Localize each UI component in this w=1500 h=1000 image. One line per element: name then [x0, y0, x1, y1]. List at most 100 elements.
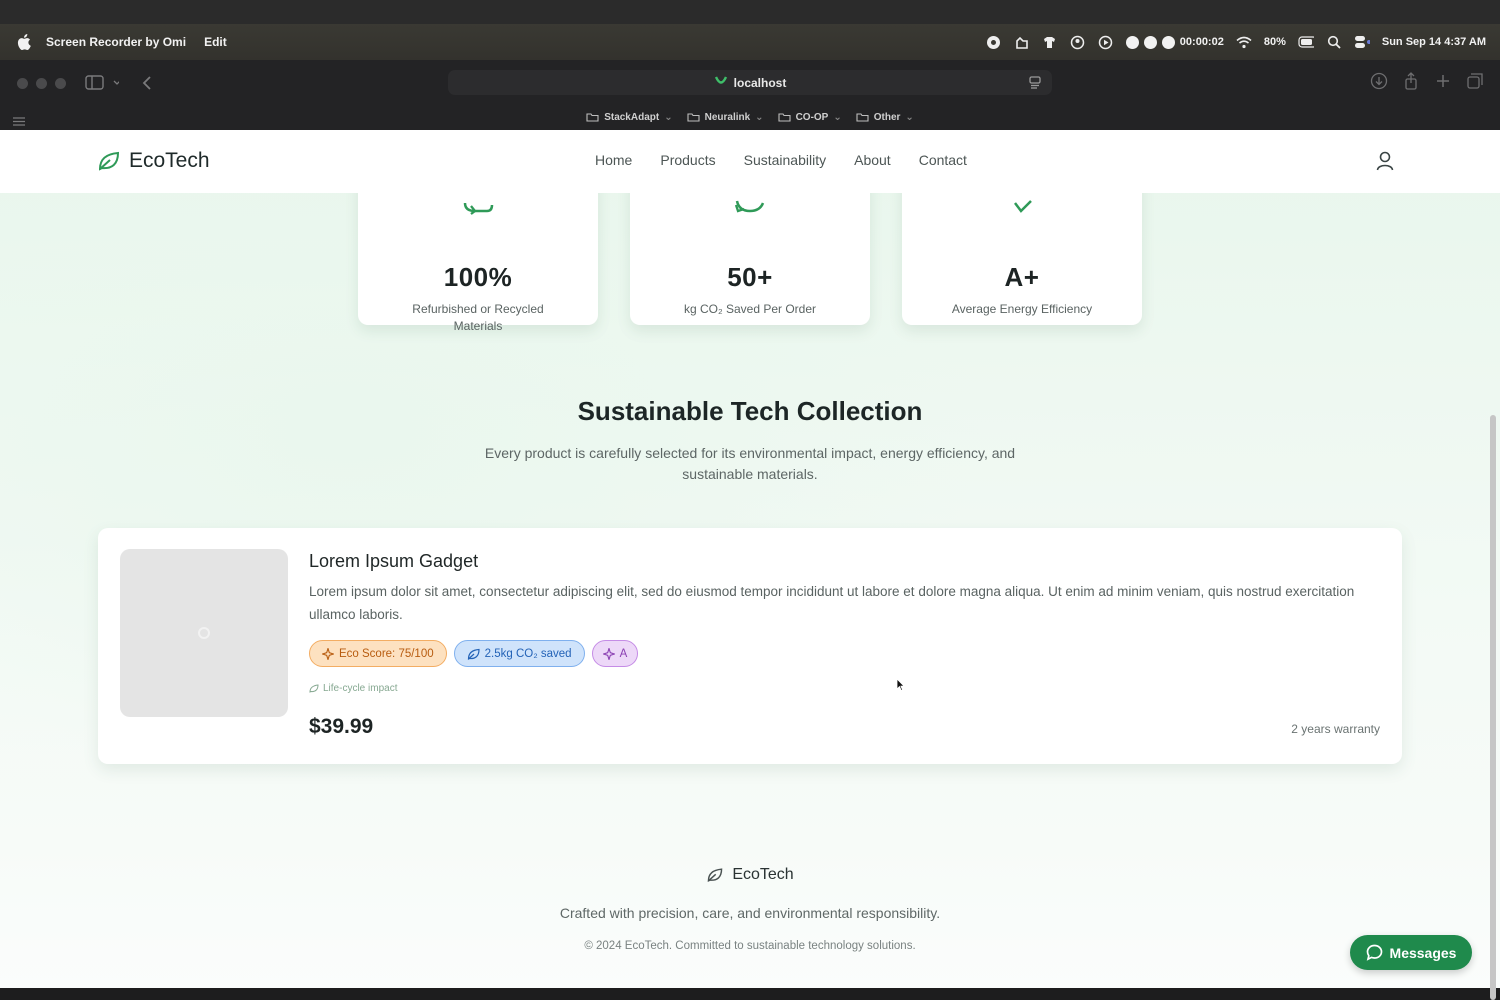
menu-edit[interactable]: Edit [204, 35, 227, 49]
window-controls[interactable] [17, 78, 66, 89]
site-favicon-icon [714, 74, 728, 91]
wifi-icon[interactable] [1236, 34, 1252, 50]
pause-icon[interactable] [1143, 35, 1157, 49]
bookmark-label: CO-OP [795, 111, 829, 123]
product-image-placeholder[interactable] [120, 549, 288, 717]
bookmark-label: StackAdapt [604, 111, 660, 123]
minimize-window-button[interactable] [36, 78, 47, 89]
recorder-controls[interactable]: 00:00:02 [1125, 35, 1224, 49]
leaf-icon [309, 684, 319, 693]
new-tab-icon[interactable] [1434, 72, 1452, 95]
nav-home[interactable]: Home [595, 152, 632, 168]
nav-contact[interactable]: Contact [919, 152, 967, 168]
sidebar-toggle-button[interactable] [85, 72, 119, 94]
footer-copyright: © 2024 EcoTech. Committed to sustainable… [584, 940, 916, 952]
battery-percent: 80% [1263, 36, 1286, 48]
recycle-icon [358, 193, 598, 215]
account-circle-icon[interactable] [1070, 34, 1086, 50]
loading-spinner-icon [198, 627, 210, 639]
messages-label: Messages [1389, 944, 1457, 961]
folder-icon [586, 113, 599, 122]
site-header: EcoTech Home Products Sustainability Abo… [0, 130, 1500, 193]
chevron-down-icon: ⌄ [905, 111, 914, 123]
zoom-window-button[interactable] [55, 78, 66, 89]
recording-timer: 00:00:02 [1179, 36, 1224, 48]
play-circle-icon[interactable] [1098, 34, 1114, 50]
bookmark-label: Neuralink [704, 111, 751, 123]
nav-about[interactable]: About [854, 152, 891, 168]
control-center-icon[interactable] [1354, 34, 1370, 50]
chat-bubble-icon [1366, 944, 1382, 961]
product-card[interactable]: Lorem Ipsum Gadget Lorem ipsum dolor sit… [98, 528, 1402, 764]
product-price: $39.99 [309, 715, 374, 738]
product-description: Lorem ipsum dolor sit amet, consectetur … [309, 584, 1355, 622]
pen-icon[interactable] [1125, 35, 1139, 49]
stat-card-energy: A+ Average Energy Efficiency [902, 170, 1142, 325]
stat-card-materials: 100% Refurbished or Recycled Materials [358, 170, 598, 333]
screen-bottom-strip [0, 988, 1500, 1000]
stat-label: Average Energy Efficiency [951, 302, 1093, 316]
messages-chat-button[interactable]: Messages [1350, 935, 1472, 970]
stat-label: Refurbished or Recycled Materials [412, 302, 544, 333]
footer-brand-name: EcoTech [732, 866, 794, 883]
check-icon [902, 193, 1142, 215]
stop-record-icon[interactable] [1161, 35, 1175, 49]
stat-value: A+ [1004, 262, 1040, 292]
folder-icon [778, 113, 791, 122]
bookmark-folder-stackadapt[interactable]: StackAdapt ⌄ [586, 111, 673, 123]
folder-icon [856, 113, 869, 122]
chevron-down-icon: ⌄ [755, 111, 764, 123]
back-button[interactable] [142, 72, 152, 94]
favorites-bar: StackAdapt ⌄ Neuralink ⌄ CO-OP ⌄ Other ⌄ [0, 106, 1500, 128]
footer-logo[interactable]: EcoTech [0, 866, 1500, 884]
tab-overview-icon[interactable] [1466, 72, 1484, 95]
page-scrollbar[interactable] [1490, 415, 1496, 1000]
bookmark-folder-other[interactable]: Other ⌄ [856, 112, 914, 123]
address-bar[interactable]: localhost [448, 70, 1052, 95]
nav-sustainability[interactable]: Sustainability [744, 152, 827, 168]
macos-menu-bar: Screen Recorder by Omi Edit 00:00:02 80%… [0, 24, 1500, 60]
stat-card-co2: 50+ kg CO₂ Saved Per Order [630, 170, 870, 325]
battery-icon[interactable] [1298, 34, 1314, 50]
co2-saved-badge: 2.5kg CO₂ saved [453, 640, 585, 667]
energy-rating-badge: A [591, 640, 639, 667]
hand-icon[interactable] [1014, 34, 1030, 50]
shirt-icon[interactable] [1042, 34, 1058, 50]
folder-icon [687, 113, 700, 122]
apple-icon[interactable] [16, 34, 32, 50]
close-window-button[interactable] [17, 78, 28, 89]
downloads-icon[interactable] [1370, 72, 1388, 95]
lifecycle-impact-link[interactable]: Life-cycle impact [309, 683, 397, 694]
energy-rating-text: A [619, 647, 628, 660]
user-account-icon[interactable] [1375, 150, 1395, 172]
chevron-down-icon: ⌄ [833, 111, 842, 123]
share-icon[interactable] [1402, 72, 1420, 95]
co2-saved-text: 2.5kg CO₂ saved [484, 647, 572, 660]
mouse-cursor-icon [896, 678, 905, 697]
bookmark-folder-coop[interactable]: CO-OP ⌄ [778, 112, 842, 123]
leaf-icon [708, 868, 723, 882]
chevron-down-icon: ⌄ [664, 111, 673, 123]
reader-mode-icon[interactable] [1028, 75, 1042, 92]
lifecycle-text: Life-cycle impact [323, 683, 398, 694]
bookmark-label: Other [873, 111, 901, 123]
main-nav: Home Products Sustainability About Conta… [595, 152, 967, 168]
stat-value: 50+ [727, 262, 773, 292]
eco-score-text: Eco Score: 75/100 [339, 647, 434, 660]
site-logo[interactable]: EcoTech [97, 149, 210, 173]
menu-bar-datetime[interactable]: Sun Sep 14 4:37 AM [1382, 36, 1486, 48]
status-circle-icon[interactable] [986, 34, 1002, 50]
leaf-icon [98, 151, 120, 171]
collection-subtitle: Every product is carefully selected for … [484, 445, 1016, 482]
leaf-icon [467, 648, 480, 660]
product-warranty: 2 years warranty [1291, 722, 1380, 736]
nav-products[interactable]: Products [660, 152, 715, 168]
product-name[interactable]: Lorem Ipsum Gadget [309, 551, 478, 572]
safari-toolbar: localhost StackAdapt ⌄ Neuralink ⌄ CO-OP ⌄ … [0, 60, 1500, 130]
product-badges: Eco Score: 75/100 2.5kg CO₂ saved A [309, 640, 639, 667]
spotlight-search-icon[interactable] [1326, 34, 1342, 50]
sparkle-icon [322, 647, 334, 660]
eco-score-badge: Eco Score: 75/100 [309, 640, 447, 667]
active-app-name[interactable]: Screen Recorder by Omi [46, 35, 186, 49]
bookmark-folder-neuralink[interactable]: Neuralink ⌄ [687, 112, 764, 123]
